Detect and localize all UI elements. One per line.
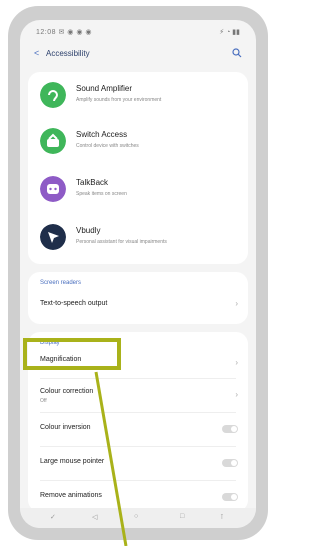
pointer-line [94, 371, 128, 546]
